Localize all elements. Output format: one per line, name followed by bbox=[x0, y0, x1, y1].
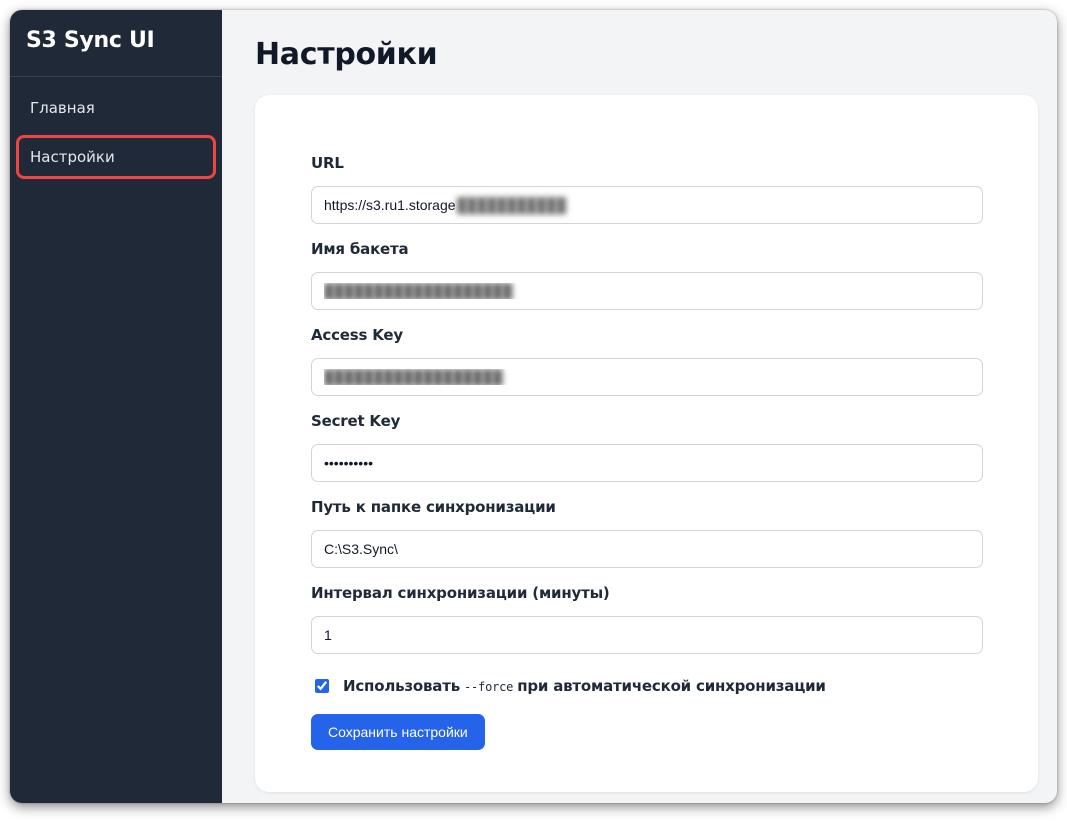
sidebar-item-settings[interactable]: Настройки bbox=[16, 135, 216, 179]
bucket-input[interactable] bbox=[311, 272, 983, 310]
sync-path-input[interactable] bbox=[311, 530, 983, 568]
app-window: S3 Sync UI Главная Настройки Настройки U… bbox=[10, 10, 1057, 803]
main-content: Настройки URL ███████████ Имя бакета Acc… bbox=[222, 10, 1057, 803]
sidebar-item-label: Настройки bbox=[30, 148, 115, 166]
access-key-label: Access Key bbox=[311, 326, 403, 344]
save-settings-button[interactable]: Сохранить настройки bbox=[311, 714, 485, 750]
access-key-input[interactable] bbox=[311, 358, 983, 396]
sidebar-item-home[interactable]: Главная bbox=[18, 88, 214, 128]
bucket-label: Имя бакета bbox=[311, 240, 409, 258]
force-label-prefix: Использовать bbox=[343, 677, 460, 695]
url-input-wrap: ███████████ bbox=[311, 186, 983, 224]
interval-field-group: Интервал синхронизации (минуты) bbox=[311, 583, 983, 654]
bucket-field-group: Имя бакета bbox=[311, 239, 983, 310]
force-flag-code: --force bbox=[464, 680, 514, 694]
sync-path-field-group: Путь к папке синхронизации bbox=[311, 497, 983, 568]
sidebar-item-label: Главная bbox=[30, 99, 95, 117]
interval-label: Интервал синхронизации (минуты) bbox=[311, 584, 610, 602]
settings-card: URL ███████████ Имя бакета Access Key Se… bbox=[255, 95, 1038, 792]
secret-key-input[interactable] bbox=[311, 444, 983, 482]
url-input[interactable] bbox=[311, 186, 983, 224]
sidebar-nav: Главная Настройки bbox=[10, 77, 222, 179]
access-key-field-group: Access Key bbox=[311, 325, 983, 396]
secret-key-field-group: Secret Key bbox=[311, 411, 983, 482]
secret-key-label: Secret Key bbox=[311, 412, 401, 430]
force-checkbox[interactable] bbox=[315, 679, 329, 693]
force-checkbox-label[interactable]: Использовать --force при автоматической си… bbox=[343, 677, 826, 695]
interval-input[interactable] bbox=[311, 616, 983, 654]
page-title: Настройки bbox=[255, 37, 438, 72]
sync-path-label: Путь к папке синхронизации bbox=[311, 498, 556, 516]
url-field-group: URL ███████████ bbox=[311, 153, 983, 224]
force-option-row: Использовать --force при автоматической си… bbox=[311, 674, 983, 698]
url-label: URL bbox=[311, 154, 344, 172]
app-title: S3 Sync UI bbox=[10, 10, 222, 77]
sidebar: S3 Sync UI Главная Настройки bbox=[10, 10, 222, 803]
force-label-suffix: при автоматической синхронизации bbox=[517, 677, 826, 695]
settings-form: URL ███████████ Имя бакета Access Key Se… bbox=[311, 153, 983, 750]
